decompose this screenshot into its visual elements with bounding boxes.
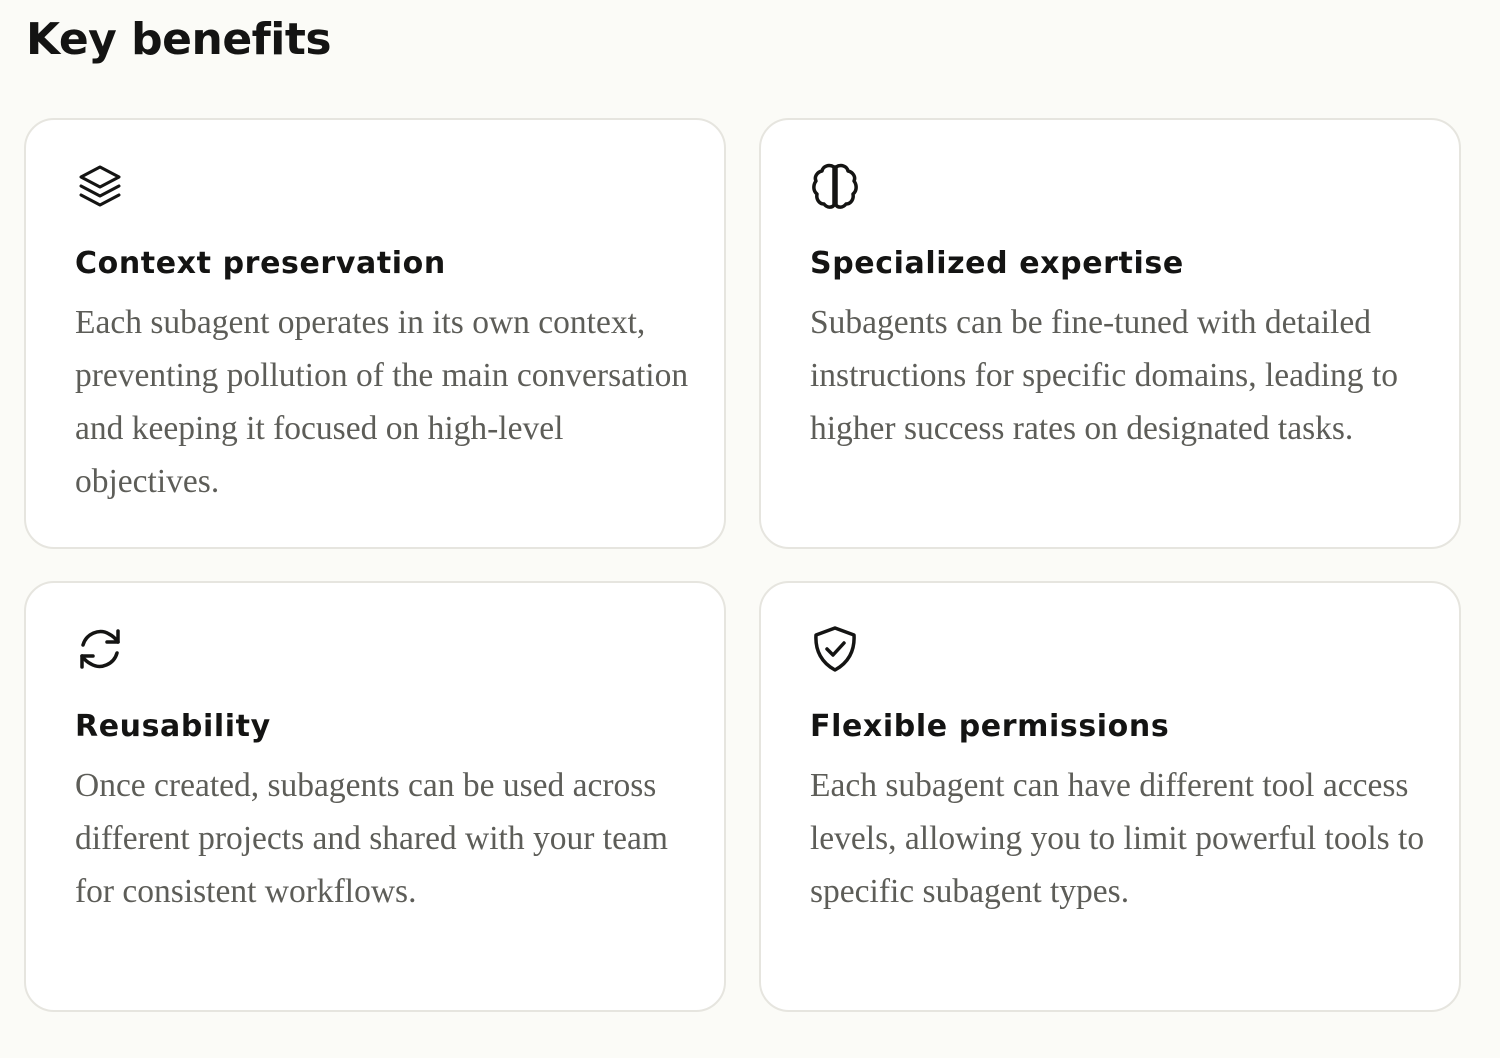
brain-icon bbox=[810, 161, 860, 211]
card-title: Specialized expertise bbox=[810, 246, 1184, 281]
card-title: Flexible permissions bbox=[810, 709, 1170, 744]
card-description: Subagents can be fine-tuned with detaile… bbox=[810, 304, 1398, 447]
benefit-card-reusability: Reusability Once created, subagents can … bbox=[24, 581, 726, 1012]
benefit-card-context-preservation: Context preservation Each subagent opera… bbox=[24, 118, 726, 549]
benefit-card-flexible-permissions: Flexible permissions Each subagent can h… bbox=[759, 581, 1461, 1012]
card-title: Context preservation bbox=[75, 246, 446, 281]
card-description: Once created, subagents can be used acro… bbox=[75, 767, 668, 910]
page-title: Key benefits bbox=[26, 14, 332, 65]
refresh-icon bbox=[75, 624, 125, 674]
card-description: Each subagent operates in its own contex… bbox=[75, 304, 689, 500]
layers-icon bbox=[75, 161, 125, 211]
card-title: Reusability bbox=[75, 709, 271, 744]
benefit-card-specialized-expertise: Specialized expertise Subagents can be f… bbox=[759, 118, 1461, 549]
shield-check-icon bbox=[810, 624, 860, 674]
card-description: Each subagent can have different tool ac… bbox=[810, 767, 1425, 910]
